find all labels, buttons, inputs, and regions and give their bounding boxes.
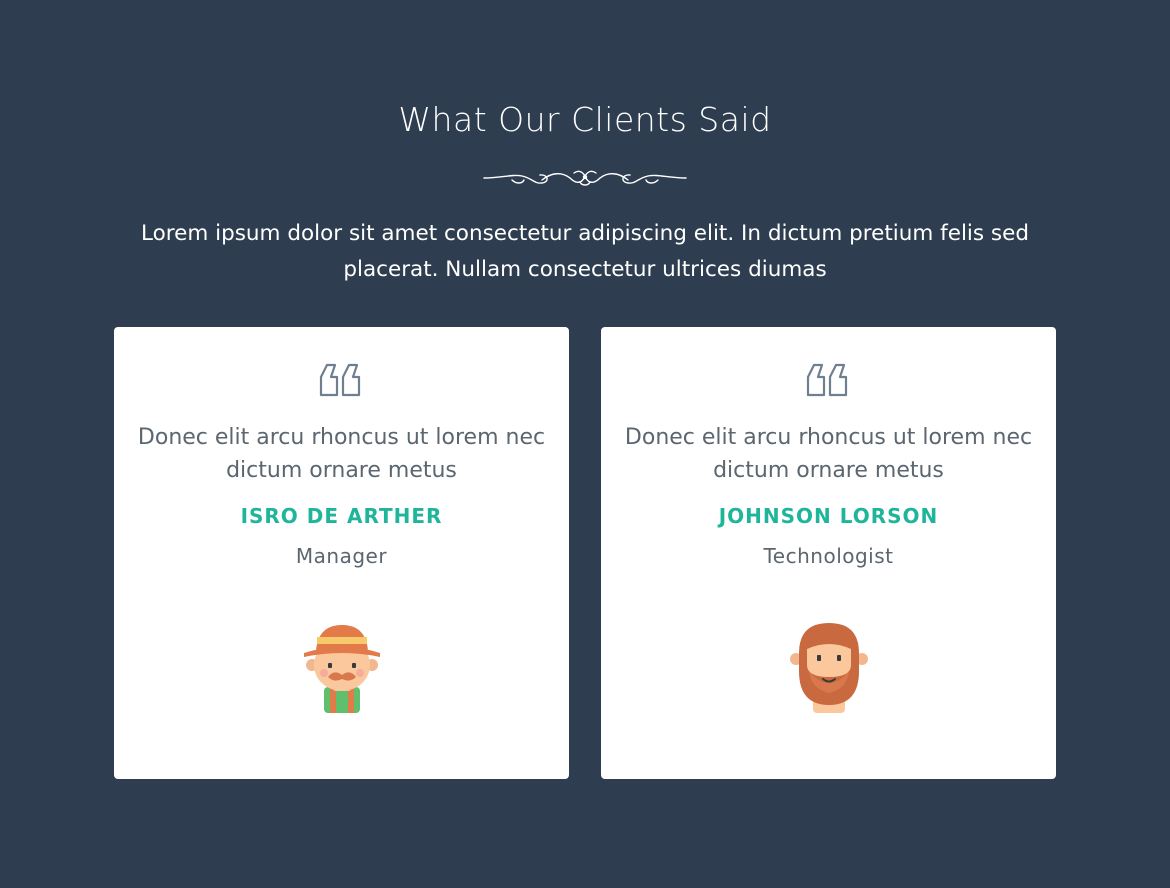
testimonial-quote: Donec elit arcu rhoncus ut lorem nec dic… xyxy=(137,425,546,483)
testimonial-card: Donec elit arcu rhoncus ut lorem nec dic… xyxy=(601,327,1056,779)
farmer-avatar-icon xyxy=(304,625,380,713)
testimonial-author-role: Technologist xyxy=(763,544,894,568)
flourish-divider-icon xyxy=(483,170,687,186)
section-intro: Lorem ipsum dolor sit amet consectetur a… xyxy=(140,221,1030,282)
testimonial-author-name: ISRO DE ARTHER xyxy=(240,504,443,528)
section-title: What Our Clients Said xyxy=(398,100,772,139)
quote-icon xyxy=(319,363,361,397)
testimonial-author-role: Manager xyxy=(295,544,388,568)
testimonial-card: Donec elit arcu rhoncus ut lorem nec dic… xyxy=(114,327,569,779)
quote-icon xyxy=(806,363,848,397)
testimonials-section: What Our Clients Said Lorem ipsum dolor … xyxy=(0,0,1170,888)
testimonial-quote: Donec elit arcu rhoncus ut lorem nec dic… xyxy=(624,425,1033,483)
testimonial-author-name: JOHNSON LORSON xyxy=(718,504,939,528)
bearded-man-avatar-icon xyxy=(790,623,868,713)
